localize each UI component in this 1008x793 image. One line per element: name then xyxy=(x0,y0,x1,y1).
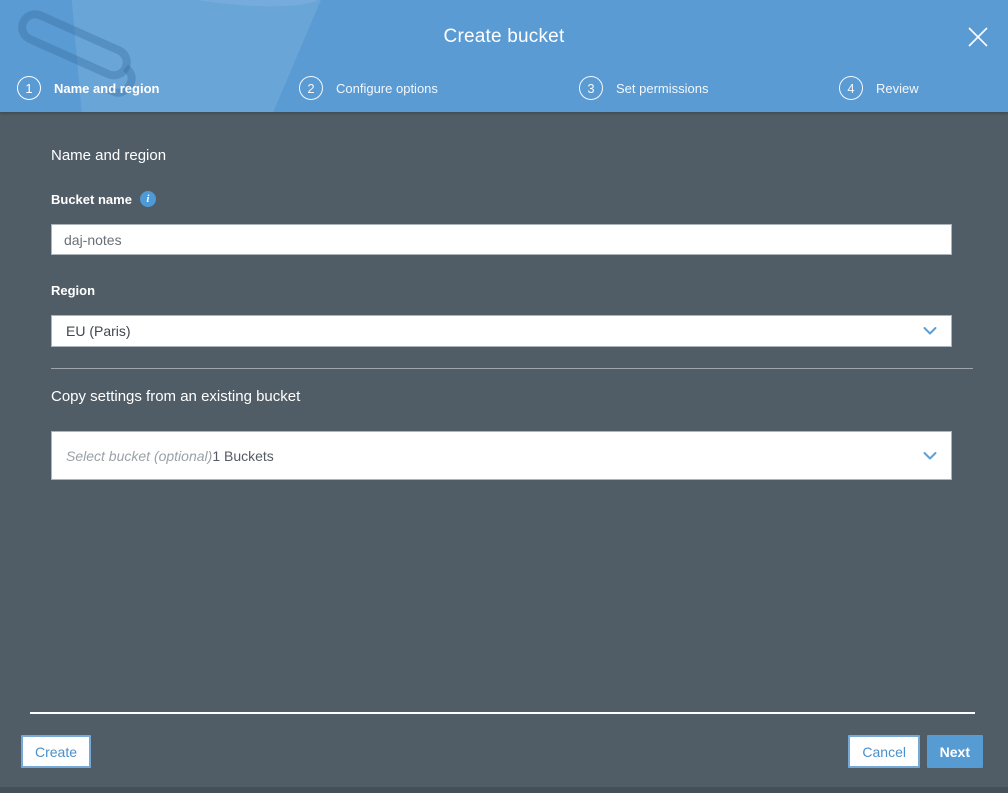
step-configure-options[interactable]: 2 Configure options xyxy=(299,76,438,100)
bottom-edge-strip xyxy=(0,787,1008,793)
cancel-button[interactable]: Cancel xyxy=(848,735,920,768)
region-label-text: Region xyxy=(51,283,96,298)
dialog-body: Name and region Bucket name i Region EU … xyxy=(0,112,1008,793)
bucket-name-input[interactable] xyxy=(51,224,952,255)
region-select[interactable]: EU (Paris) xyxy=(51,315,952,347)
copy-settings-bucket-select[interactable]: Select bucket (optional) 1 Buckets xyxy=(51,431,952,480)
bucket-name-label: Bucket name i xyxy=(51,191,156,207)
section-heading-copy-settings: Copy settings from an existing bucket xyxy=(51,388,301,405)
step-label: Review xyxy=(876,80,919,96)
bucket-name-label-text: Bucket name xyxy=(51,191,132,207)
create-bucket-dialog: Create bucket 1 Name and region 2 Config… xyxy=(0,0,1008,793)
footer-divider xyxy=(30,712,975,714)
next-button[interactable]: Next xyxy=(926,735,983,768)
step-label: Configure options xyxy=(336,80,438,96)
section-heading-name-and-region: Name and region xyxy=(51,147,167,164)
chevron-down-icon xyxy=(923,451,937,459)
buckets-count: 1 Buckets xyxy=(212,447,274,464)
create-button[interactable]: Create xyxy=(21,735,92,768)
section-divider xyxy=(51,368,973,369)
step-review[interactable]: 4 Review xyxy=(839,76,919,100)
step-number-badge: 3 xyxy=(579,76,603,100)
step-number-badge: 1 xyxy=(17,76,41,100)
dialog-header: Create bucket 1 Name and region 2 Config… xyxy=(0,0,1008,112)
step-label: Set permissions xyxy=(616,80,709,96)
region-selected-value: EU (Paris) xyxy=(66,323,131,339)
region-label: Region xyxy=(51,283,95,298)
step-set-permissions[interactable]: 3 Set permissions xyxy=(579,76,708,100)
bucket-select-placeholder: Select bucket (optional) xyxy=(66,447,213,464)
info-icon[interactable]: i xyxy=(139,191,156,207)
wizard-steps: 1 Name and region 2 Configure options 3 … xyxy=(0,0,1008,112)
step-number-badge: 2 xyxy=(299,76,323,100)
step-label: Name and region xyxy=(54,80,160,96)
step-number-badge: 4 xyxy=(839,76,863,100)
step-name-and-region[interactable]: 1 Name and region xyxy=(17,76,159,100)
chevron-down-icon xyxy=(923,327,937,335)
